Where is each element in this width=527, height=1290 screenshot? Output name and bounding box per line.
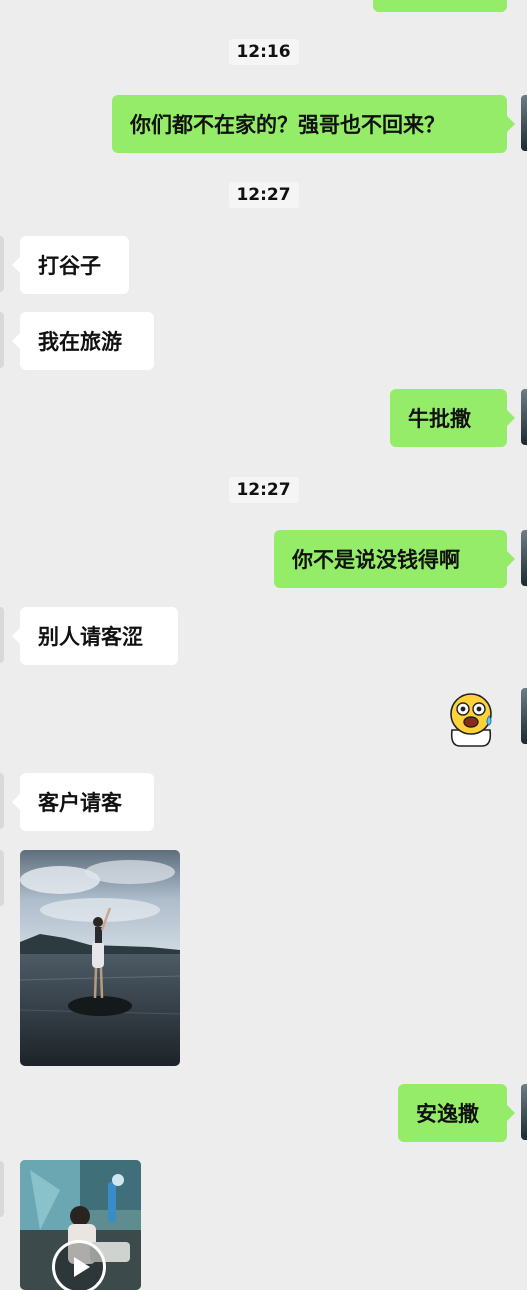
message-text: 别人请客涩 xyxy=(38,625,143,649)
message-bubble-incoming[interactable]: 客户请客 xyxy=(12,773,154,831)
message-text: 安逸撒 xyxy=(416,1102,479,1126)
contact-avatar[interactable] xyxy=(0,312,4,368)
my-avatar[interactable] xyxy=(521,688,527,744)
video-thumbnail[interactable] xyxy=(20,1160,141,1290)
message-bubble-outgoing[interactable]: 牛批撒 xyxy=(390,389,515,447)
message-text: 打谷子 xyxy=(38,254,101,278)
timestamp: 12:27 xyxy=(228,182,299,208)
contact-avatar[interactable] xyxy=(0,773,4,829)
message-text: 你不是说没钱得啊 xyxy=(292,548,460,572)
timestamp: 12:27 xyxy=(228,477,299,503)
my-avatar[interactable] xyxy=(521,389,527,445)
contact-avatar[interactable] xyxy=(0,850,4,906)
message-text: 我在旅游 xyxy=(38,330,122,354)
message-bubble-outgoing[interactable]: 你不是说没钱得啊 xyxy=(274,530,515,588)
timestamp: 12:16 xyxy=(228,39,299,65)
contact-avatar[interactable] xyxy=(0,1161,4,1217)
message-bubble-outgoing[interactable]: 你们都不在家的？强哥也不回来？ xyxy=(112,95,515,153)
contact-avatar[interactable] xyxy=(0,236,4,292)
contact-avatar[interactable] xyxy=(0,607,4,663)
shocked-face-sticker[interactable] xyxy=(442,690,500,748)
message-text: 牛批撒 xyxy=(408,407,471,431)
message-bubble-outgoing[interactable]: 安逸撒 xyxy=(398,1084,515,1142)
message-bubble-incoming[interactable]: 打谷子 xyxy=(12,236,129,294)
message-bubble-incoming[interactable]: 我在旅游 xyxy=(12,312,154,370)
partial-outgoing-bubble[interactable] xyxy=(373,0,507,12)
message-bubble-incoming[interactable]: 别人请客涩 xyxy=(12,607,178,665)
message-text: 客户请客 xyxy=(38,791,122,815)
my-avatar[interactable] xyxy=(521,530,527,586)
my-avatar[interactable] xyxy=(521,95,527,151)
play-icon[interactable] xyxy=(52,1240,106,1290)
my-avatar[interactable] xyxy=(521,1084,527,1140)
message-text: 你们都不在家的？强哥也不回来？ xyxy=(130,113,445,137)
lake-photo[interactable] xyxy=(20,850,180,1066)
